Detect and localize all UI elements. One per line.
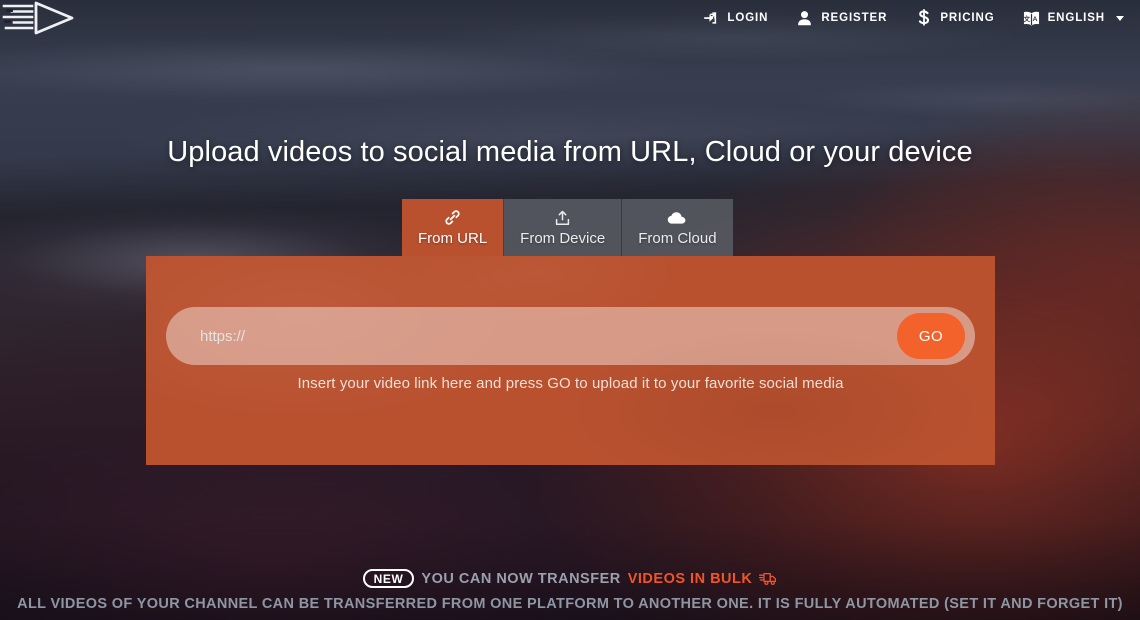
login-icon <box>702 10 719 27</box>
source-tabs: From URL From Device From Cloud <box>402 199 733 256</box>
svg-text:A: A <box>1032 16 1038 23</box>
go-button[interactable]: GO <box>897 313 965 359</box>
tab-label-from-cloud: From Cloud <box>638 229 717 247</box>
nav-item-language[interactable]: 文 A ENGLISH <box>1023 10 1124 27</box>
promo-subtext: ALL VIDEOS OF YOUR CHANNEL CAN BE TRANSF… <box>17 596 1123 612</box>
shipping-truck-icon <box>759 571 777 586</box>
tab-from-url[interactable]: From URL <box>402 199 505 256</box>
url-input-row: GO <box>166 307 975 365</box>
logo-icon <box>2 1 74 35</box>
hero-title: Upload videos to social media from URL, … <box>167 136 973 168</box>
language-icon: 文 A <box>1023 10 1040 27</box>
link-icon <box>444 209 461 226</box>
promo-headline: NEW YOU CAN NOW TRANSFER VIDEOS IN BULK <box>0 569 1140 588</box>
video-url-input[interactable] <box>166 308 897 364</box>
main-nav: LOGIN REGISTER PRICING 文 A ENGLISH <box>702 9 1124 27</box>
nav-label-language: ENGLISH <box>1047 12 1105 24</box>
nav-item-pricing[interactable]: PRICING <box>915 9 995 27</box>
nav-item-register[interactable]: REGISTER <box>796 10 887 27</box>
cloud-icon <box>667 210 687 226</box>
promo-headline-prefix: YOU CAN NOW TRANSFER <box>421 570 621 587</box>
nav-item-login[interactable]: LOGIN <box>702 10 768 27</box>
promo-headline-accent[interactable]: VIDEOS IN BULK <box>628 571 753 587</box>
landing-page: LOGIN REGISTER PRICING 文 A ENGLISH Uploa… <box>0 0 1140 620</box>
dollar-icon <box>915 9 932 27</box>
chevron-down-icon <box>1116 15 1124 21</box>
upload-panel-hint: Insert your video link here and press GO… <box>297 375 844 392</box>
user-icon <box>796 10 813 27</box>
new-badge: NEW <box>362 569 415 588</box>
upload-panel: GO Insert your video link here and press… <box>146 256 995 465</box>
nav-label-pricing: PRICING <box>940 12 995 24</box>
bulk-transfer-promo: NEW YOU CAN NOW TRANSFER VIDEOS IN BULK … <box>0 569 1140 612</box>
tab-label-from-device: From Device <box>520 229 606 247</box>
upload-icon <box>555 210 570 226</box>
site-header: LOGIN REGISTER PRICING 文 A ENGLISH <box>0 0 1140 36</box>
tab-label-from-url: From URL <box>418 229 488 247</box>
nav-label-login: LOGIN <box>727 12 769 24</box>
svg-text:文: 文 <box>1023 14 1030 23</box>
tab-from-cloud[interactable]: From Cloud <box>622 199 733 256</box>
nav-label-register: REGISTER <box>821 12 888 24</box>
video-play-logo[interactable] <box>2 0 88 36</box>
tab-from-device[interactable]: From Device <box>504 199 623 256</box>
